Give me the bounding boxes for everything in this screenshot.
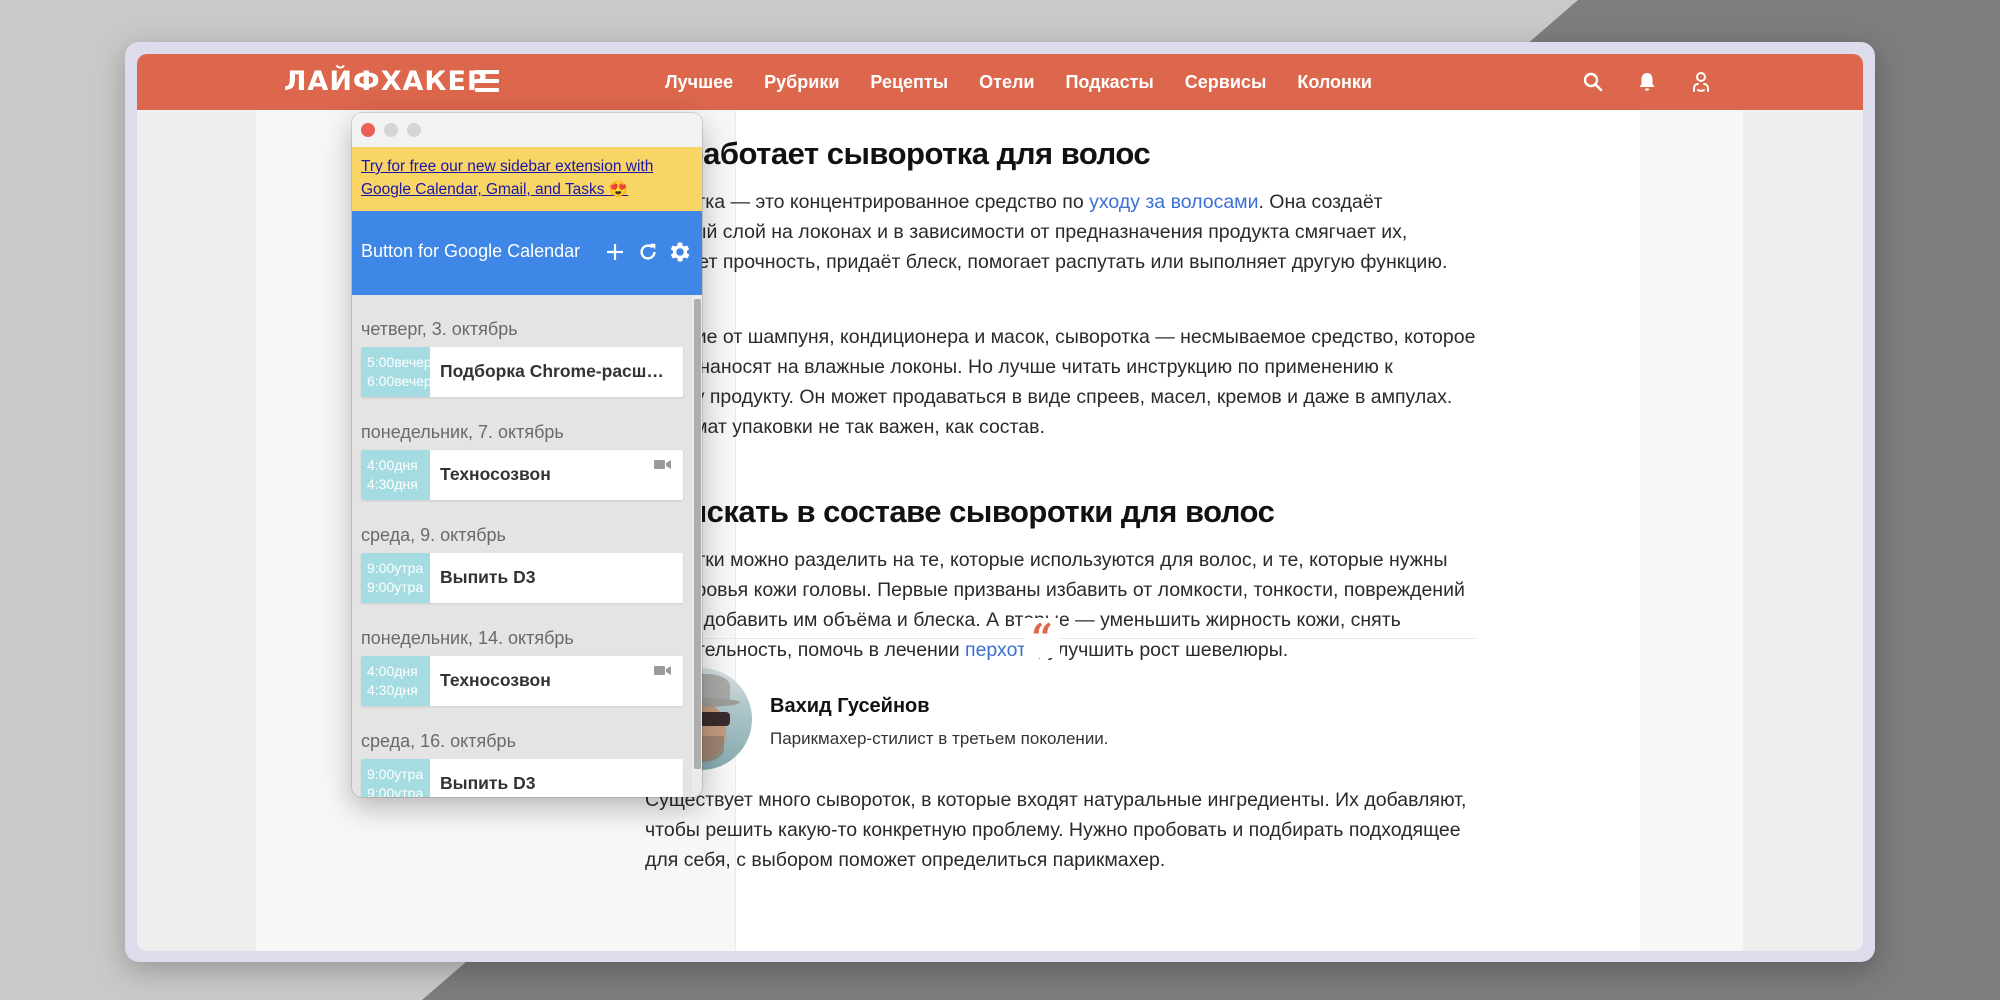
event-title: Техносозвон (440, 670, 551, 690)
nav-item-rubrics[interactable]: Рубрики (764, 72, 839, 93)
event-time: 9:00утра 9:00утра (361, 553, 430, 603)
nav-item-columns[interactable]: Колонки (1297, 72, 1372, 93)
right-gutter (1640, 110, 1743, 951)
main-nav: Лучшее Рубрики Рецепты Отели Подкасты Се… (665, 54, 1403, 110)
site-header: ЛАЙФХАКЕР Лучшее Рубрики Рецепты Отели П… (137, 54, 1863, 110)
nav-item-services[interactable]: Сервисы (1185, 72, 1267, 93)
event-time: 5:00вечера6:00вечера (361, 347, 430, 397)
add-event-button[interactable] (602, 239, 628, 265)
promo-link[interactable]: Try for free our new sidebar extension w… (361, 158, 653, 198)
section-heading-2: Что искать в составе сыворотки для волос (626, 494, 1275, 529)
scrollbar-thumb[interactable] (694, 299, 701, 769)
section-heading-1: Как работает сыворотка для волос (626, 136, 1151, 171)
calendar-title: Button for Google Calendar (361, 241, 581, 261)
event-list-scrollbar[interactable] (692, 295, 702, 797)
event-list: четверг, 3. октябрь 5:00вечера6:00вечера… (352, 295, 692, 797)
close-window-button[interactable] (361, 123, 375, 137)
event-time: 9:00утра 9:00утра (361, 759, 430, 797)
calendar-popup: Try for free our new sidebar extension w… (352, 113, 702, 797)
event-item[interactable]: 9:00утра 9:00утра Выпить D3 (361, 759, 683, 797)
maximize-window-button[interactable] (407, 123, 421, 137)
event-title: Выпить D3 (440, 773, 536, 793)
settings-button[interactable] (667, 239, 693, 265)
event-item[interactable]: 4:00дня 4:30дня Техносозвон (361, 656, 683, 706)
site-logo[interactable]: ЛАЙФХАКЕР (284, 66, 488, 97)
calendar-header: Button for Google Calendar (352, 211, 702, 295)
expert-name: Вахид Гусейнов (770, 695, 930, 717)
minimize-window-button[interactable] (384, 123, 398, 137)
expert-role: Парикмахер-стилист в третьем поколении. (770, 729, 1109, 748)
nav-item-best[interactable]: Лучшее (665, 72, 733, 93)
day-label: понедельник, 14. октябрь (361, 628, 574, 648)
promo-banner: Try for free our new sidebar extension w… (352, 147, 702, 211)
expert-quote: Существует много сывороток, в которые вх… (645, 789, 1467, 871)
day-label: четверг, 3. октябрь (361, 319, 518, 339)
day-label: среда, 9. октябрь (361, 525, 506, 545)
event-item[interactable]: 9:00утра 9:00утра Выпить D3 (361, 553, 683, 603)
plus-icon (607, 244, 623, 260)
settings-icon (670, 242, 690, 262)
link-hair-care[interactable]: уходу за волосами (1089, 191, 1258, 213)
event-title: Техносозвон (440, 464, 551, 484)
event-time: 4:00дня 4:30дня (361, 450, 430, 500)
event-title: Подборка Chrome-расширений (440, 361, 673, 381)
event-time: 4:00дня 4:30дня (361, 656, 430, 706)
video-camera-icon[interactable] (654, 665, 671, 676)
popup-titlebar (352, 113, 702, 147)
refresh-button[interactable] (635, 239, 661, 265)
user-icon[interactable] (1689, 70, 1713, 94)
menu-icon[interactable] (475, 70, 499, 92)
search-icon[interactable] (1581, 70, 1605, 94)
event-item[interactable]: 4:00дня 4:30дня Техносозвон (361, 450, 683, 500)
video-camera-icon[interactable] (654, 459, 671, 470)
refresh-icon (640, 243, 656, 260)
paragraph-1: Сыворотка — это концентрированное средст… (626, 191, 1448, 273)
day-label: понедельник, 7. октябрь (361, 422, 564, 442)
event-title: Выпить D3 (440, 567, 536, 587)
nav-item-podcasts[interactable]: Подкасты (1065, 72, 1153, 93)
event-item[interactable]: 5:00вечера6:00вечера Подборка Chrome-рас… (361, 347, 683, 397)
quote-icon: “ (1024, 618, 1060, 658)
paragraph-2: В отличие от шампуня, кондиционера и мас… (626, 326, 1476, 438)
nav-item-hotels[interactable]: Отели (979, 72, 1034, 93)
day-label: среда, 16. октябрь (361, 731, 516, 751)
nav-item-recipes[interactable]: Рецепты (870, 72, 948, 93)
bell-icon[interactable] (1635, 70, 1659, 94)
